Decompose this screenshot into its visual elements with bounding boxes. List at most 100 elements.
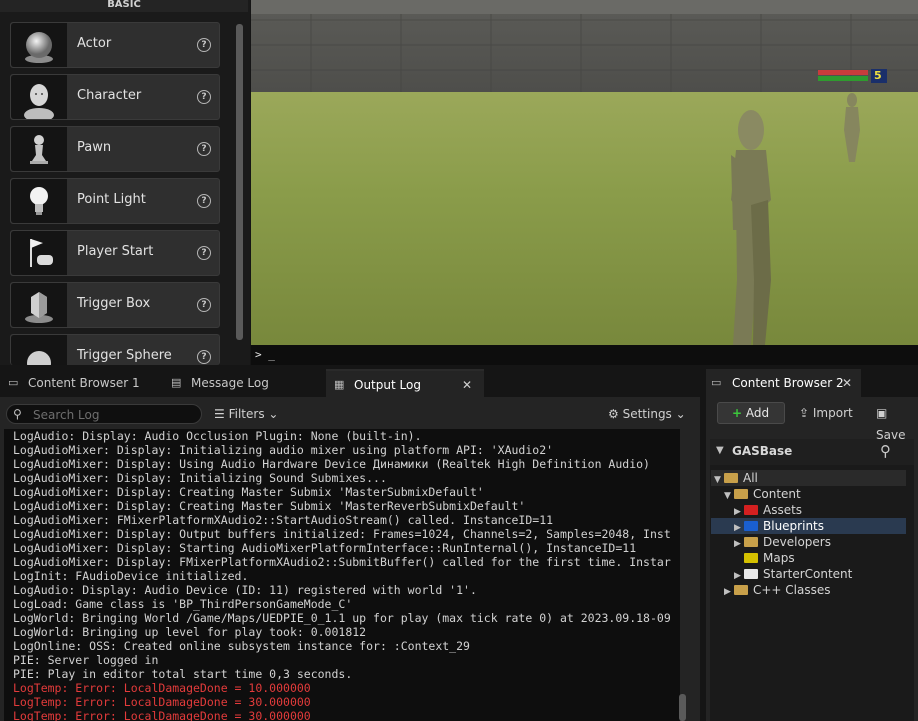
save-button[interactable]: ▣ Save: [876, 402, 918, 442]
search-log-box[interactable]: ⚲: [6, 404, 202, 424]
log-line: LogAudioMixer: Display: FMixerPlatformXA…: [13, 555, 671, 569]
tree-item-maps[interactable]: Maps: [734, 550, 795, 566]
folder-icon: [744, 537, 758, 547]
level-number: 5: [874, 69, 882, 82]
light-bulb-icon: [11, 179, 67, 223]
tab-message-log[interactable]: ▤ Message Log: [163, 369, 323, 397]
help-icon[interactable]: ?: [197, 194, 211, 208]
actor-item-trigger-box[interactable]: Trigger Box ?: [10, 282, 220, 328]
tree-item-blueprints[interactable]: ▶ Blueprints: [734, 518, 824, 534]
import-button[interactable]: ⇪ Import: [799, 402, 853, 424]
close-icon[interactable]: ✕: [842, 369, 852, 397]
help-icon[interactable]: ?: [197, 298, 211, 312]
log-line: LogAudioMixer: Display: Creating Master …: [13, 485, 484, 499]
log-line: LogAudioMixer: Display: Using Audio Hard…: [13, 457, 650, 471]
actor-label: Character: [77, 88, 142, 103]
log-line: LogAudioMixer: Display: Starting AudioMi…: [13, 541, 637, 555]
log-line: LogAudio: Display: Audio Occlusion Plugi…: [13, 429, 422, 443]
close-icon[interactable]: ✕: [462, 371, 472, 399]
search-log-input[interactable]: [31, 406, 200, 424]
actor-item-trigger-sphere[interactable]: Trigger Sphere ?: [10, 334, 220, 365]
help-icon[interactable]: ?: [197, 90, 211, 104]
folder-icon: [744, 505, 758, 515]
trigger-box-icon: [11, 283, 67, 327]
log-line: LogAudioMixer: Display: Initializing Sou…: [13, 471, 387, 485]
expanded-arrow-icon[interactable]: ▼: [724, 488, 734, 504]
actor-label: Player Start: [77, 244, 154, 259]
log-line: LogAudioMixer: Display: Creating Master …: [13, 499, 526, 513]
bottom-tab-bar: ▭ Content Browser 1 ▤ Message Log ▦ Outp…: [0, 369, 700, 397]
console-input[interactable]: > _: [251, 345, 918, 365]
collapse-arrow-icon[interactable]: ▼: [716, 445, 724, 456]
search-icon[interactable]: ⚲: [880, 442, 891, 460]
log-scrollbar[interactable]: [679, 694, 686, 721]
folder-icon: [744, 553, 758, 563]
actor-item-player-start[interactable]: Player Start ?: [10, 230, 220, 276]
filters-label: Filters: [228, 407, 265, 421]
help-icon[interactable]: ?: [197, 350, 211, 364]
log-line: LogOnline: OSS: Created online subsystem…: [13, 639, 470, 653]
tree-item-all[interactable]: ▼ All: [714, 470, 758, 486]
collapsed-arrow-icon[interactable]: ▶: [724, 584, 734, 600]
tree-item-label: C++ Classes: [753, 583, 831, 597]
actor-item-character[interactable]: Character ?: [10, 74, 220, 122]
log-output-area[interactable]: LogAudio: Display: Audio Occlusion Plugi…: [4, 429, 680, 721]
tree-item-label: Content: [753, 487, 801, 501]
folder-icon: ▭: [8, 376, 19, 389]
sphere-icon: [11, 23, 67, 67]
add-label: Add: [745, 406, 770, 420]
log-line: LogInit: FAudioDevice initialized.: [13, 569, 249, 583]
tree-item-assets[interactable]: ▶ Assets: [734, 502, 802, 518]
search-icon: ⚲: [13, 407, 22, 421]
tab-content-browser-1[interactable]: ▭ Content Browser 1: [0, 369, 160, 397]
log-line: PIE: Server logged in: [13, 653, 159, 667]
category-header: BASIC: [0, 0, 248, 12]
help-icon[interactable]: ?: [197, 38, 211, 52]
tree-item-content[interactable]: ▼ Content: [724, 486, 801, 502]
folder-icon: ▭: [711, 376, 722, 389]
log-line: LogAudioMixer: FMixerPlatformXAudio2::St…: [13, 513, 554, 527]
actor-label: Actor: [77, 36, 112, 51]
expanded-arrow-icon[interactable]: ▼: [714, 472, 724, 488]
actor-item-pawn[interactable]: Pawn ?: [10, 126, 220, 172]
cpp-folder-icon: [734, 585, 748, 595]
folder-icon: [734, 489, 748, 499]
plus-icon: +: [732, 406, 743, 420]
character-icon: [11, 75, 67, 122]
tab-label: Content Browser 2: [732, 376, 844, 390]
log-line: LogWorld: Bringing up level for play too…: [13, 625, 367, 639]
tab-content-browser-2[interactable]: ▭ Content Browser 2 ✕: [706, 369, 861, 397]
help-icon[interactable]: ?: [197, 142, 211, 156]
tab-label: Message Log: [191, 376, 269, 390]
folder-icon: [744, 521, 758, 531]
project-header[interactable]: ▼ GASBase ⚲: [710, 439, 914, 465]
pawn-icon: [11, 127, 67, 171]
player-start-icon: [11, 231, 67, 275]
tree-item-developers[interactable]: ▶ Developers: [734, 534, 831, 550]
filters-button[interactable]: ☰ Filters ⌄: [214, 404, 278, 424]
tree-item-label: Assets: [763, 503, 803, 517]
add-button[interactable]: + Add: [717, 402, 785, 424]
log-line: LogWorld: Bringing World /Game/Maps/UEDP…: [13, 611, 671, 625]
tree-item-label: Developers: [763, 535, 831, 549]
tab-label: Content Browser 1: [28, 376, 140, 390]
actor-label: Point Light: [77, 192, 146, 207]
log-line: LogAudio: Display: Audio Device (ID: 11)…: [13, 583, 477, 597]
log-line: LogAudioMixer: Display: Initializing aud…: [13, 443, 554, 457]
actor-label: Trigger Sphere: [77, 348, 172, 363]
tab-label: Output Log: [354, 378, 421, 392]
actor-item-actor[interactable]: Actor ?: [10, 22, 220, 68]
help-icon[interactable]: ?: [197, 246, 211, 260]
actor-item-point-light[interactable]: Point Light ?: [10, 178, 220, 224]
tree-item-label: Maps: [763, 551, 795, 565]
tree-item-starter-content[interactable]: ▶ StarterContent: [734, 566, 852, 582]
place-actors-scrollbar[interactable]: [236, 24, 243, 340]
level-viewport[interactable]: 5: [251, 0, 918, 345]
log-line: LogLoad: Game class is 'BP_ThirdPersonGa…: [13, 597, 353, 611]
tree-item-cpp-classes[interactable]: ▶ C++ Classes: [724, 582, 831, 598]
import-label: Import: [812, 406, 853, 420]
tab-output-log[interactable]: ▦ Output Log ✕: [326, 369, 484, 397]
settings-button[interactable]: ⚙ Settings ⌄: [608, 404, 686, 424]
gear-icon: ⚙: [608, 407, 619, 421]
filter-icon: ☰: [214, 407, 225, 421]
